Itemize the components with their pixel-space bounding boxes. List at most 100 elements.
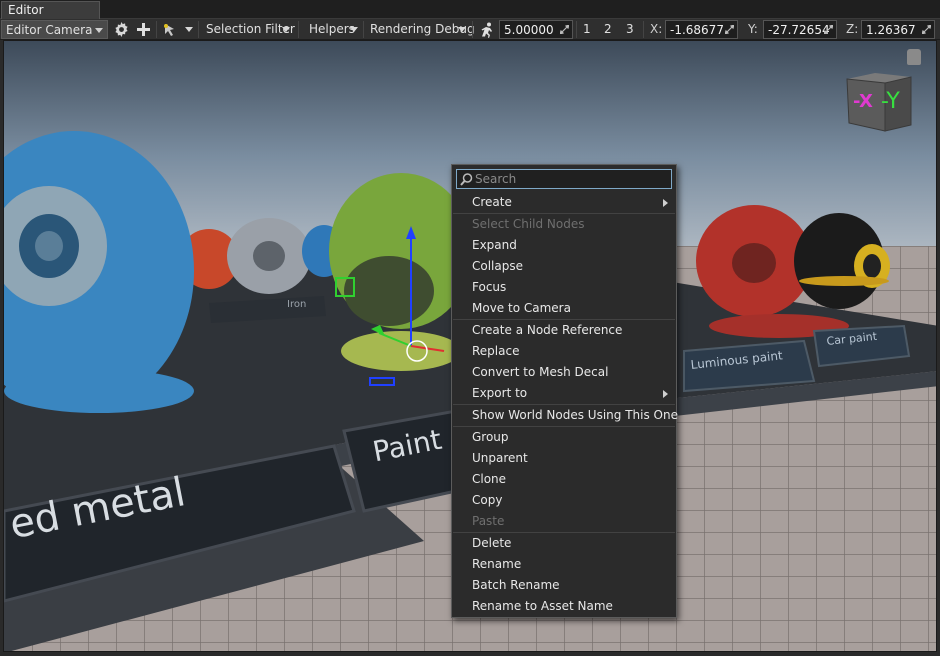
menu-search-input[interactable] (475, 171, 667, 187)
drag-arrows-icon (922, 25, 931, 34)
camera-slot-2[interactable]: 2 (604, 20, 616, 39)
camera-speed-value: 5.00000 (504, 23, 554, 37)
menu-item-expand[interactable]: Expand (453, 235, 675, 256)
runner-speed-icon (481, 22, 492, 38)
menu-item-label: Group (472, 430, 509, 444)
menu-item-batch-rename[interactable]: Batch Rename (453, 575, 675, 596)
camera-slot-3[interactable]: 3 (626, 20, 638, 39)
menu-item-delete[interactable]: Delete (453, 533, 675, 554)
pick-mode-button[interactable] (161, 20, 195, 39)
chevron-right-icon (663, 390, 668, 398)
menu-item-label: Replace (472, 344, 520, 358)
menu-item-copy[interactable]: Copy (453, 490, 675, 511)
selection-filter-menu[interactable]: Selection Filter (206, 20, 295, 39)
add-button[interactable] (133, 20, 153, 39)
menu-item-label: Copy (472, 493, 503, 507)
chevron-down-icon (282, 27, 290, 32)
gear-icon (114, 22, 128, 37)
menu-separator (453, 426, 675, 427)
toolbar-divider (363, 21, 364, 38)
drag-arrows-icon (560, 25, 569, 34)
camera-slot-1[interactable]: 1 (583, 20, 595, 39)
drag-arrows-icon (725, 25, 734, 34)
menu-item-label: Show World Nodes Using This One (472, 408, 678, 422)
chevron-down-icon (95, 28, 103, 33)
camera-select-value: Editor Camera (6, 23, 93, 37)
menu-item-label: Collapse (472, 259, 523, 273)
menu-item-clone[interactable]: Clone (453, 469, 675, 490)
chevron-down-icon (458, 27, 466, 32)
menu-item-rename[interactable]: Rename (453, 554, 675, 575)
menu-item-label: Create a Node Reference (472, 323, 623, 337)
menu-item-unparent[interactable]: Unparent (453, 448, 675, 469)
node-context-menu: Create Select Child Nodes Expand Collapse Fo… (451, 164, 678, 618)
drag-arrows-icon (824, 25, 833, 34)
x-coord-label: X: (650, 22, 663, 36)
toolbar-divider (198, 21, 199, 38)
viewport-toolbar: Editor Camera Selection Filter Helpers R… (0, 19, 940, 40)
menu-separator (453, 404, 675, 405)
chevron-down-icon (350, 27, 358, 32)
toolbar-divider (298, 21, 299, 38)
menu-item-create[interactable]: Create (453, 192, 675, 213)
menu-item-focus[interactable]: Focus (453, 277, 675, 298)
plus-icon (136, 23, 150, 36)
menu-item-label: Paste (472, 514, 505, 528)
chevron-down-icon (185, 27, 193, 32)
cursor-pick-icon (164, 24, 174, 36)
menu-item-rename-to-asset-name[interactable]: Rename to Asset Name (453, 596, 675, 617)
camera-speed-button[interactable] (477, 20, 497, 39)
y-coord-field[interactable]: -27.72654 (763, 20, 837, 39)
menu-item-show-world-nodes-using-this-one[interactable]: Show World Nodes Using This One (453, 405, 678, 426)
helpers-label: Helpers (309, 22, 355, 36)
menu-item-move-to-camera[interactable]: Move to Camera (453, 298, 675, 319)
menu-item-convert-to-mesh-decal[interactable]: Convert to Mesh Decal (453, 362, 675, 383)
y-coord-label: Y: (748, 22, 758, 36)
z-coord-value: 1.26367 (866, 23, 916, 37)
menu-item-label: Convert to Mesh Decal (472, 365, 609, 379)
panel-label-iron: Iron (287, 299, 307, 310)
menu-item-paste: Paste (453, 511, 675, 532)
x-coord-value: -1.68677 (670, 23, 724, 37)
toolbar-divider (156, 21, 157, 38)
menu-item-label: Delete (472, 536, 512, 550)
settings-button[interactable] (111, 20, 131, 39)
toolbar-divider (643, 21, 644, 38)
camera-lock-icon[interactable] (907, 49, 921, 65)
menu-separator (453, 319, 675, 320)
menu-item-label: Move to Camera (472, 301, 571, 315)
tab-strip: Editor Viewport 1 (0, 0, 940, 33)
menu-separator (453, 532, 675, 533)
x-coord-field[interactable]: -1.68677 (665, 20, 738, 39)
menu-item-group[interactable]: Group (453, 427, 675, 448)
camera-speed-field[interactable]: 5.00000 (499, 20, 573, 39)
menu-item-label: Rename to Asset Name (472, 599, 613, 613)
menu-item-label: Rename (472, 557, 522, 571)
z-coord-label: Z: (846, 22, 859, 36)
chevron-right-icon (663, 199, 668, 207)
menu-item-label: Unparent (472, 451, 528, 465)
menu-separator (453, 213, 675, 214)
menu-item-label: Clone (472, 472, 507, 486)
menu-item-select-child-nodes: Select Child Nodes (453, 214, 675, 235)
y-coord-value: -27.72654 (768, 23, 830, 37)
tab-editor-viewport[interactable]: Editor Viewport 1 (1, 1, 100, 33)
menu-item-export-to[interactable]: Export to (453, 383, 675, 404)
menu-item-label: Select Child Nodes (472, 217, 585, 231)
view-cube-y-face: -Y (881, 89, 900, 114)
toolbar-divider (576, 21, 577, 38)
rendering-debug-menu[interactable]: Rendering Debug (370, 20, 475, 39)
helpers-menu[interactable]: Helpers (309, 20, 360, 39)
camera-select[interactable]: Editor Camera (1, 20, 108, 39)
z-coord-field[interactable]: 1.26367 (861, 20, 935, 39)
menu-item-label: Create (472, 195, 512, 209)
menu-item-label: Expand (472, 238, 517, 252)
menu-item-create-a-node-reference[interactable]: Create a Node Reference (453, 320, 675, 341)
menu-item-label: Batch Rename (472, 578, 560, 592)
search-icon (460, 173, 473, 186)
menu-search-box[interactable] (456, 169, 672, 189)
menu-item-label: Export to (472, 386, 528, 400)
menu-item-collapse[interactable]: Collapse (453, 256, 675, 277)
menu-item-replace[interactable]: Replace (453, 341, 675, 362)
view-cube[interactable]: -X -Y (845, 73, 913, 133)
